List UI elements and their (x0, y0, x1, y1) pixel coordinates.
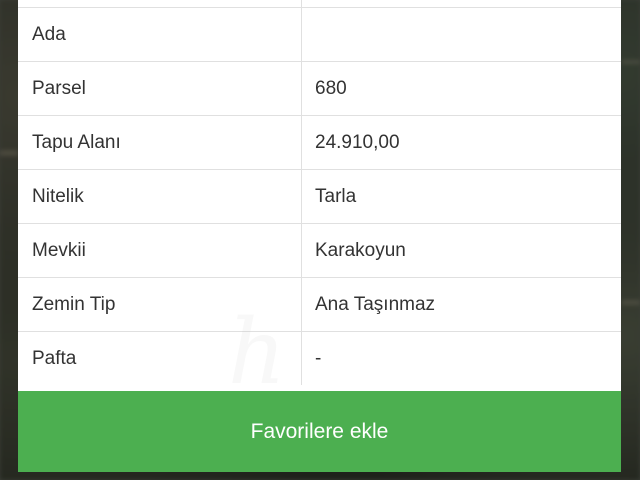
label-zemin-tip: Zemin Tip (18, 278, 302, 331)
value-mevkii: Karakoyun (315, 239, 406, 261)
value-ada (302, 8, 621, 61)
label-pafta: Pafta (18, 332, 302, 385)
value-pafta: - (315, 347, 322, 369)
table-cell-label (18, 0, 302, 7)
value-nitelik: Tarla (315, 185, 357, 207)
table-row-partial (18, 0, 621, 7)
table-row-parsel: Parsel 680 (18, 61, 621, 115)
value-zemin-tip: Ana Taşınmaz (315, 293, 436, 315)
table-cell-value (302, 0, 621, 7)
table-row-zemin-tip: Zemin Tip Ana Taşınmaz (18, 277, 621, 331)
table-row-ada: Ada (18, 7, 621, 61)
app-viewport: Ada Parsel 680 Tapu Alanı 24.910,00 Nite… (0, 0, 640, 480)
value-tapu-alani: 24.910,00 (315, 131, 400, 153)
label-nitelik: Nitelik (18, 170, 302, 223)
add-to-favorites-button[interactable]: Favorilere ekle (18, 391, 621, 472)
label-mevkii: Mevkii (18, 224, 302, 277)
parcel-info-panel: Ada Parsel 680 Tapu Alanı 24.910,00 Nite… (18, 0, 621, 472)
value-parsel: 680 (315, 77, 347, 99)
parcel-info-table: Ada Parsel 680 Tapu Alanı 24.910,00 Nite… (18, 0, 621, 385)
label-ada: Ada (18, 8, 302, 61)
label-tapu-alani: Tapu Alanı (18, 116, 302, 169)
table-row-pafta: Pafta - (18, 331, 621, 385)
label-parsel: Parsel (18, 62, 302, 115)
table-row-mevkii: Mevkii Karakoyun (18, 223, 621, 277)
table-row-tapu-alani: Tapu Alanı 24.910,00 (18, 115, 621, 169)
table-row-nitelik: Nitelik Tarla (18, 169, 621, 223)
